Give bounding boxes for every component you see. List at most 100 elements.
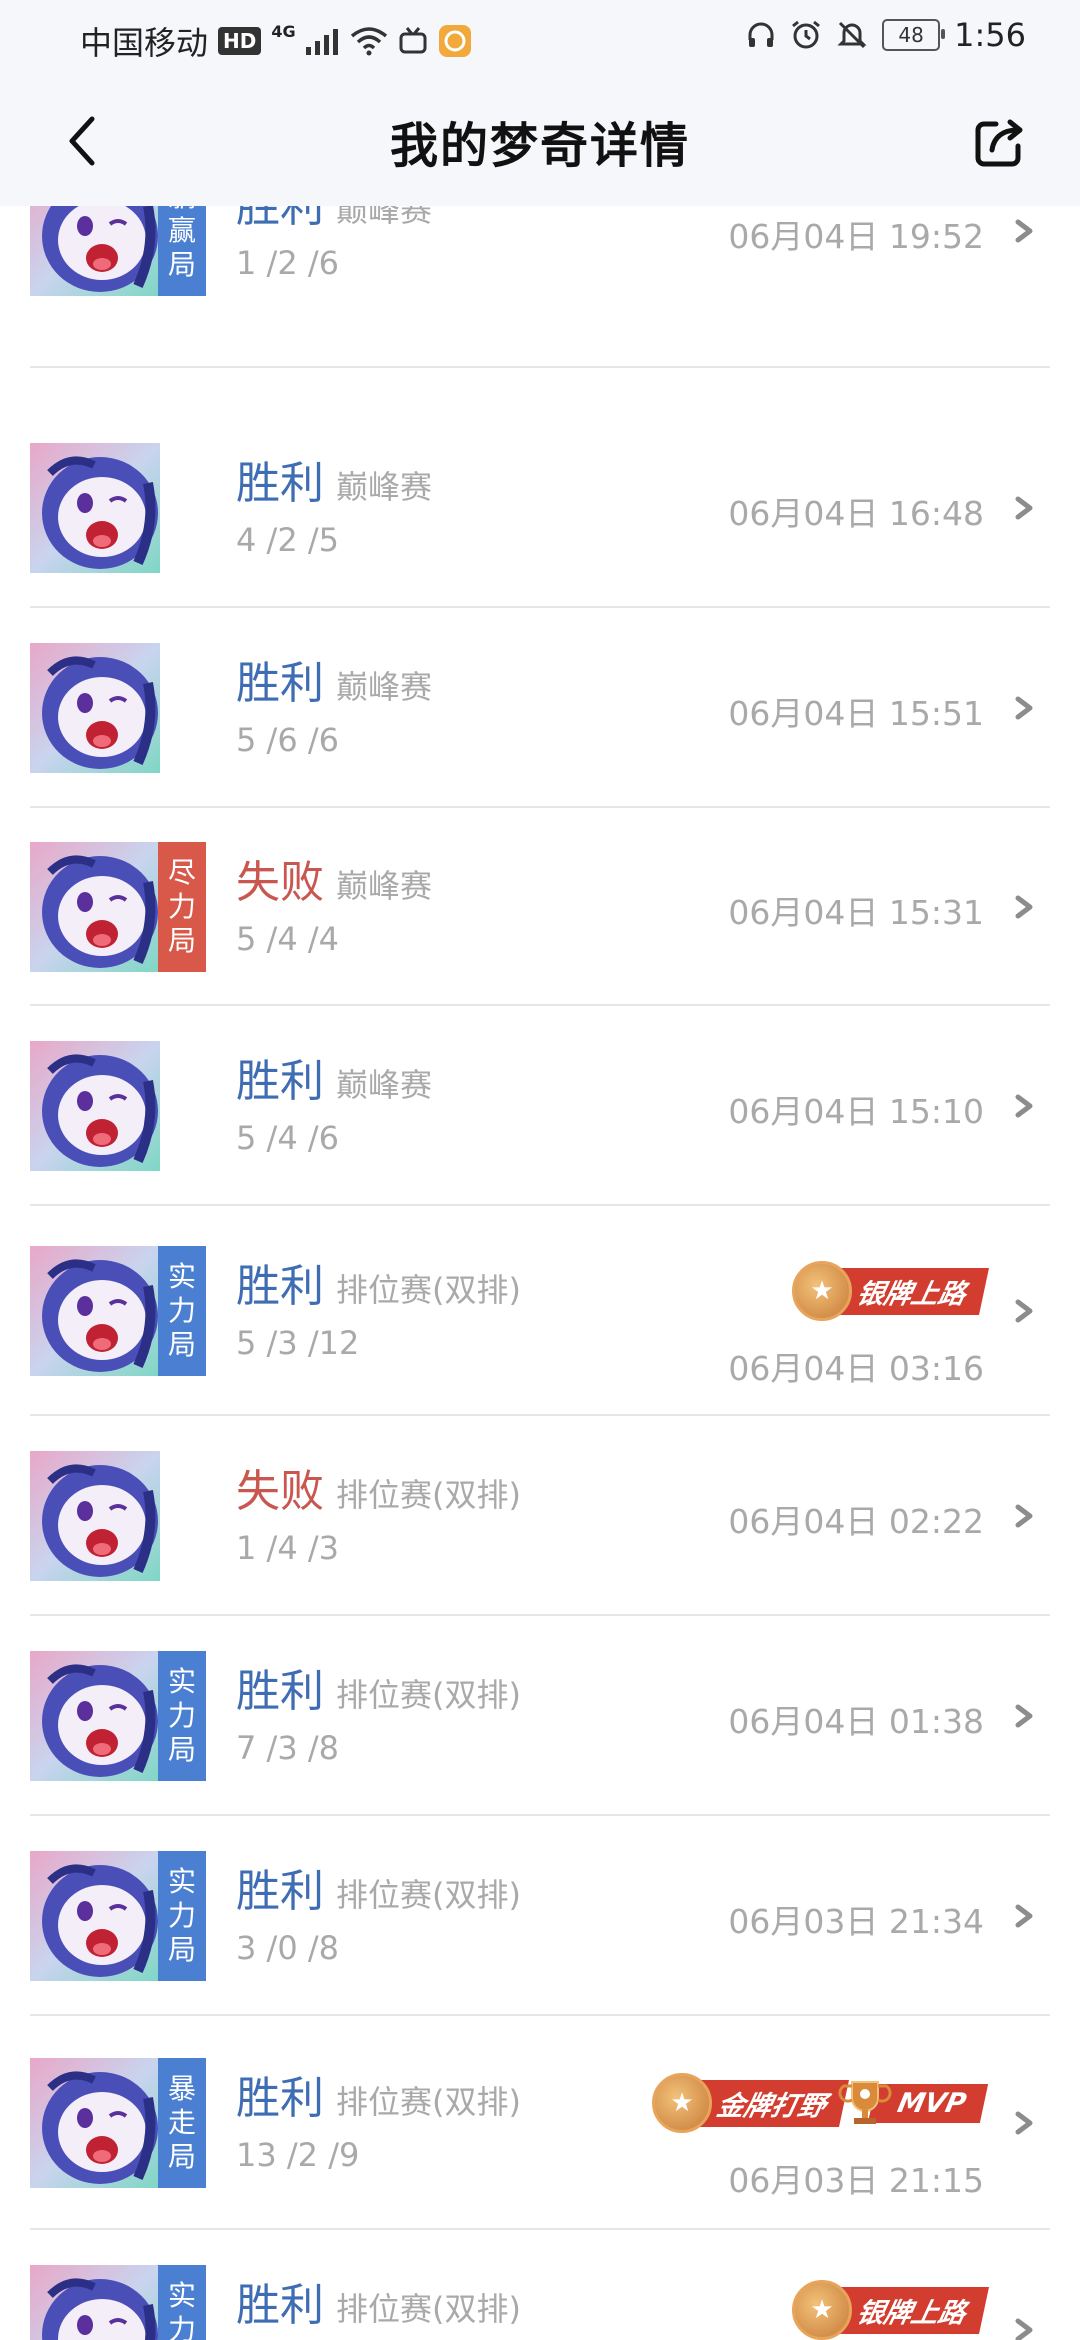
chevron-right-icon bbox=[1015, 696, 1033, 720]
kda-label: 5 /3 /12 bbox=[236, 1324, 360, 1362]
match-tag: 尽力局 bbox=[158, 842, 206, 972]
match-time: 06月04日 15:10 bbox=[728, 1092, 984, 1131]
match-time: 06月04日 16:48 bbox=[728, 494, 984, 533]
match-row[interactable]: 胜利 巅峰赛 4 /2 /5 06月04日 16:48 bbox=[0, 408, 1080, 608]
wifi-icon bbox=[350, 27, 387, 56]
result-label: 胜利 bbox=[236, 2280, 324, 2331]
result-label: 胜利 bbox=[236, 658, 324, 709]
kda-label: 4 /2 /5 bbox=[236, 521, 339, 559]
kda-label: 5 /4 /4 bbox=[236, 920, 339, 958]
match-row[interactable]: 胜利 巅峰赛 5 /6 /6 06月04日 15:51 bbox=[0, 608, 1080, 808]
hero-portrait-icon bbox=[30, 2265, 160, 2340]
result-line: 失败 排位赛(双排) bbox=[236, 1455, 521, 1519]
headphones-icon bbox=[748, 22, 774, 47]
result-line: 胜利 巅峰赛 bbox=[236, 647, 432, 711]
result-label: 胜利 bbox=[236, 1866, 324, 1917]
match-tag: 暴走局 bbox=[158, 2058, 206, 2188]
medal-badge: ★ 金牌打野 bbox=[652, 2073, 849, 2133]
hero-portrait-icon bbox=[30, 842, 160, 972]
kda-label: 13 /2 /9 bbox=[236, 2136, 360, 2174]
match-tag: 实力局 bbox=[158, 1246, 206, 1376]
chevron-right-icon bbox=[1015, 2111, 1033, 2135]
mode-label: 排位赛(双排) bbox=[336, 2083, 521, 2121]
status-bar: 中国移动 HD 4G 48 1:56 bbox=[0, 0, 1080, 76]
match-row[interactable]: 暴走局 胜利 排位赛(双排) 13 /2 /9 MVP ★ 金牌打野 06月03日 2… bbox=[0, 2016, 1080, 2230]
match-row[interactable]: 实力局 胜利 排位赛(双排) 7 /3 /8 06月04日 01:38 bbox=[0, 1616, 1080, 1816]
mode-label: 巅峰赛 bbox=[336, 668, 433, 706]
medal-star-icon: ★ bbox=[652, 2073, 712, 2133]
match-row[interactable]: 失败 排位赛(双排) 1 /4 /3 06月04日 02:22 bbox=[0, 1416, 1080, 1616]
mode-label: 巅峰赛 bbox=[336, 1066, 433, 1104]
result-label: 胜利 bbox=[236, 1056, 324, 1107]
match-row[interactable]: 实力局 胜利 排位赛(双排) 3 /0 /8 06月03日 21:34 bbox=[0, 1816, 1080, 2016]
match-time: 06月04日 03:16 bbox=[728, 1349, 984, 1388]
match-row[interactable]: 胜利 巅峰赛 5 /4 /6 06月04日 15:10 bbox=[0, 1006, 1080, 1206]
chevron-right-icon bbox=[1015, 895, 1033, 919]
mode-label: 巅峰赛 bbox=[336, 867, 433, 905]
match-row[interactable]: 尽力局 失败 巅峰赛 5 /4 /4 06月04日 15:31 bbox=[0, 808, 1080, 1006]
chevron-right-icon bbox=[1015, 1504, 1033, 1528]
network-type-label: 4G bbox=[271, 21, 296, 41]
hero-avatar bbox=[30, 1246, 160, 1376]
match-time: 06月04日 01:38 bbox=[728, 1702, 984, 1741]
match-tag: 躺赢局 bbox=[158, 206, 206, 296]
clock-label: 1:56 bbox=[954, 16, 1026, 54]
share-button[interactable] bbox=[970, 112, 1030, 172]
mode-label: 巅峰赛 bbox=[336, 468, 433, 506]
game-app-icon bbox=[438, 25, 471, 57]
result-line: 胜利 巅峰赛 bbox=[236, 206, 432, 234]
mode-label: 排位赛(双排) bbox=[336, 1271, 521, 1309]
kda-label: 5 /6 /6 bbox=[236, 721, 339, 759]
status-left: 中国移动 HD 4G bbox=[80, 18, 472, 64]
hero-portrait-icon bbox=[30, 206, 160, 296]
hero-avatar bbox=[30, 1451, 160, 1581]
hero-portrait-icon bbox=[30, 1651, 160, 1781]
kda-label: 3 /0 /8 bbox=[236, 1929, 339, 1967]
medal-star-icon: ★ bbox=[792, 1261, 852, 1321]
match-time: 06月03日 21:15 bbox=[728, 2161, 984, 2200]
hero-avatar bbox=[30, 2265, 160, 2340]
match-row[interactable]: 实力局 胜利 排位赛(双排) 5 /3 /12 ★ 银牌上路 06月04日 03:1… bbox=[0, 1206, 1080, 1416]
kda-label: 1 /4 /3 bbox=[236, 1529, 339, 1567]
result-line: 胜利 排位赛(双排) bbox=[236, 1855, 521, 1919]
match-tag: 实力局 bbox=[158, 2265, 206, 2340]
trophy-icon bbox=[838, 2081, 892, 2124]
match-time: 06月04日 15:31 bbox=[728, 893, 984, 932]
result-line: 胜利 排位赛(双排) bbox=[236, 1250, 521, 1314]
medal-badge: ★ 银牌上路 bbox=[792, 1261, 989, 1321]
match-time: 06月04日 02:22 bbox=[728, 1502, 984, 1541]
medal-badge: ★ 银牌上路 bbox=[792, 2280, 989, 2340]
hero-avatar bbox=[30, 443, 160, 573]
hero-avatar bbox=[30, 1651, 160, 1781]
hd-icon: HD bbox=[218, 27, 262, 55]
hero-avatar bbox=[30, 2058, 160, 2188]
kda-label: 7 /3 /8 bbox=[236, 1729, 339, 1767]
hero-portrait-icon bbox=[30, 1451, 160, 1581]
hero-avatar bbox=[30, 1851, 160, 1981]
hero-avatar bbox=[30, 206, 160, 296]
hero-portrait-icon bbox=[30, 2058, 160, 2188]
page-title: 我的梦奇详情 bbox=[389, 118, 690, 174]
alarm-icon bbox=[792, 20, 821, 49]
match-list[interactable]: 躺赢局 胜利巅峰赛 1 /2 /6 06月04日 19:52 bbox=[0, 206, 1080, 2340]
mvp-badge: MVP bbox=[838, 2078, 989, 2128]
result-line: 胜利 巅峰赛 bbox=[236, 1045, 432, 1109]
result-label: 失败 bbox=[236, 857, 324, 908]
result-label: 胜利 bbox=[236, 458, 324, 509]
result-label: 胜利 bbox=[236, 206, 324, 232]
match-row[interactable]: 实力局 胜利排位赛(双排) 12 /4 /5 ★银牌上路 06月01日 00:3… bbox=[0, 2230, 1080, 2340]
match-tag: 实力局 bbox=[158, 1851, 206, 1981]
result-line: 胜利 排位赛(双排) bbox=[236, 2062, 521, 2126]
mode-label: 排位赛(双排) bbox=[336, 1676, 521, 1714]
match-time: 06月03日 21:34 bbox=[728, 1902, 984, 1941]
result-label: 胜利 bbox=[236, 1261, 324, 1312]
hero-portrait-icon bbox=[30, 1041, 160, 1171]
result-line: 胜利 排位赛(双排) bbox=[236, 2269, 521, 2333]
match-row[interactable]: 躺赢局 胜利巅峰赛 1 /2 /6 06月04日 19:52 bbox=[0, 206, 1080, 368]
share-icon bbox=[975, 119, 1023, 167]
chevron-right-icon bbox=[1015, 2318, 1033, 2340]
chevron-right-icon bbox=[1015, 1094, 1033, 1118]
hero-avatar bbox=[30, 643, 160, 773]
chevron-right-icon bbox=[1015, 1299, 1033, 1323]
kda-label: 1 /2 /6 bbox=[236, 244, 339, 282]
